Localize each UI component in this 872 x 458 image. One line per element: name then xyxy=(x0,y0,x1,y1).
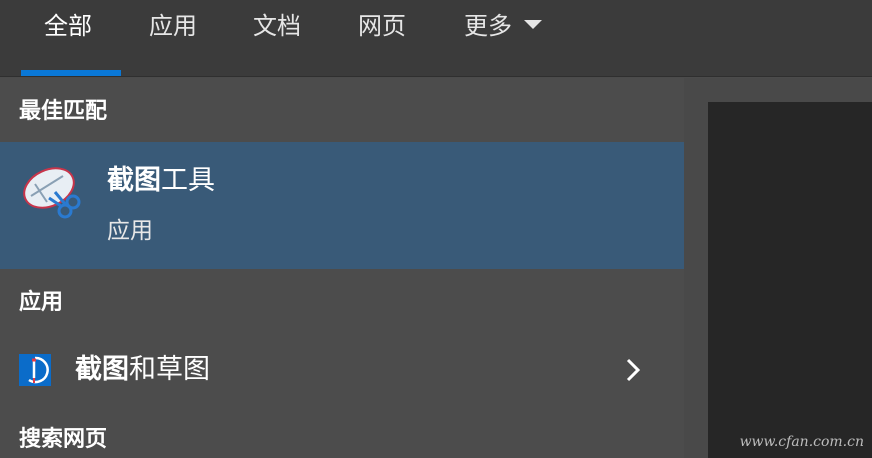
app-item-label: 截图和草图 xyxy=(75,353,210,387)
preview-area: www.cfan.com.cn xyxy=(708,102,872,458)
snipping-tool-icon xyxy=(23,167,81,219)
tab-web[interactable]: 网页 xyxy=(358,8,406,44)
best-match-subtitle: 应用 xyxy=(107,218,153,244)
app-item-label-highlight: 截图 xyxy=(75,354,129,385)
results-panel: 最佳匹配 截图工具 应用 应用 截图和草图 搜索网页 xyxy=(0,78,684,458)
snip-sketch-icon xyxy=(19,354,51,386)
best-match-title: 截图工具 xyxy=(107,164,215,198)
active-tab-indicator xyxy=(21,70,121,76)
tab-apps[interactable]: 应用 xyxy=(149,8,197,44)
app-item-label-rest: 和草图 xyxy=(129,354,210,385)
section-header-apps: 应用 xyxy=(19,290,64,315)
chevron-down-icon xyxy=(524,19,542,29)
tab-documents[interactable]: 文档 xyxy=(253,8,301,44)
search-tab-bar: 全部 应用 文档 网页 更多 xyxy=(0,0,872,77)
chevron-right-icon[interactable] xyxy=(622,356,646,384)
best-match-title-highlight: 截图 xyxy=(107,165,161,196)
section-header-best-match: 最佳匹配 xyxy=(19,99,108,124)
app-item-snip-sketch[interactable]: 截图和草图 xyxy=(0,340,684,400)
best-match-item[interactable]: 截图工具 应用 xyxy=(0,142,684,269)
best-match-title-rest: 工具 xyxy=(161,165,215,196)
tab-more[interactable]: 更多 xyxy=(464,8,542,44)
watermark-text: www.cfan.com.cn xyxy=(739,434,864,450)
section-header-web-search: 搜索网页 xyxy=(19,427,108,452)
tab-more-label: 更多 xyxy=(464,12,512,40)
search-window: 全部 应用 文档 网页 更多 最佳匹配 截图工具 应用 应用 截图和草图 搜索网… xyxy=(0,0,872,458)
preview-panel: www.cfan.com.cn xyxy=(684,78,872,458)
tab-all[interactable]: 全部 xyxy=(44,8,92,44)
